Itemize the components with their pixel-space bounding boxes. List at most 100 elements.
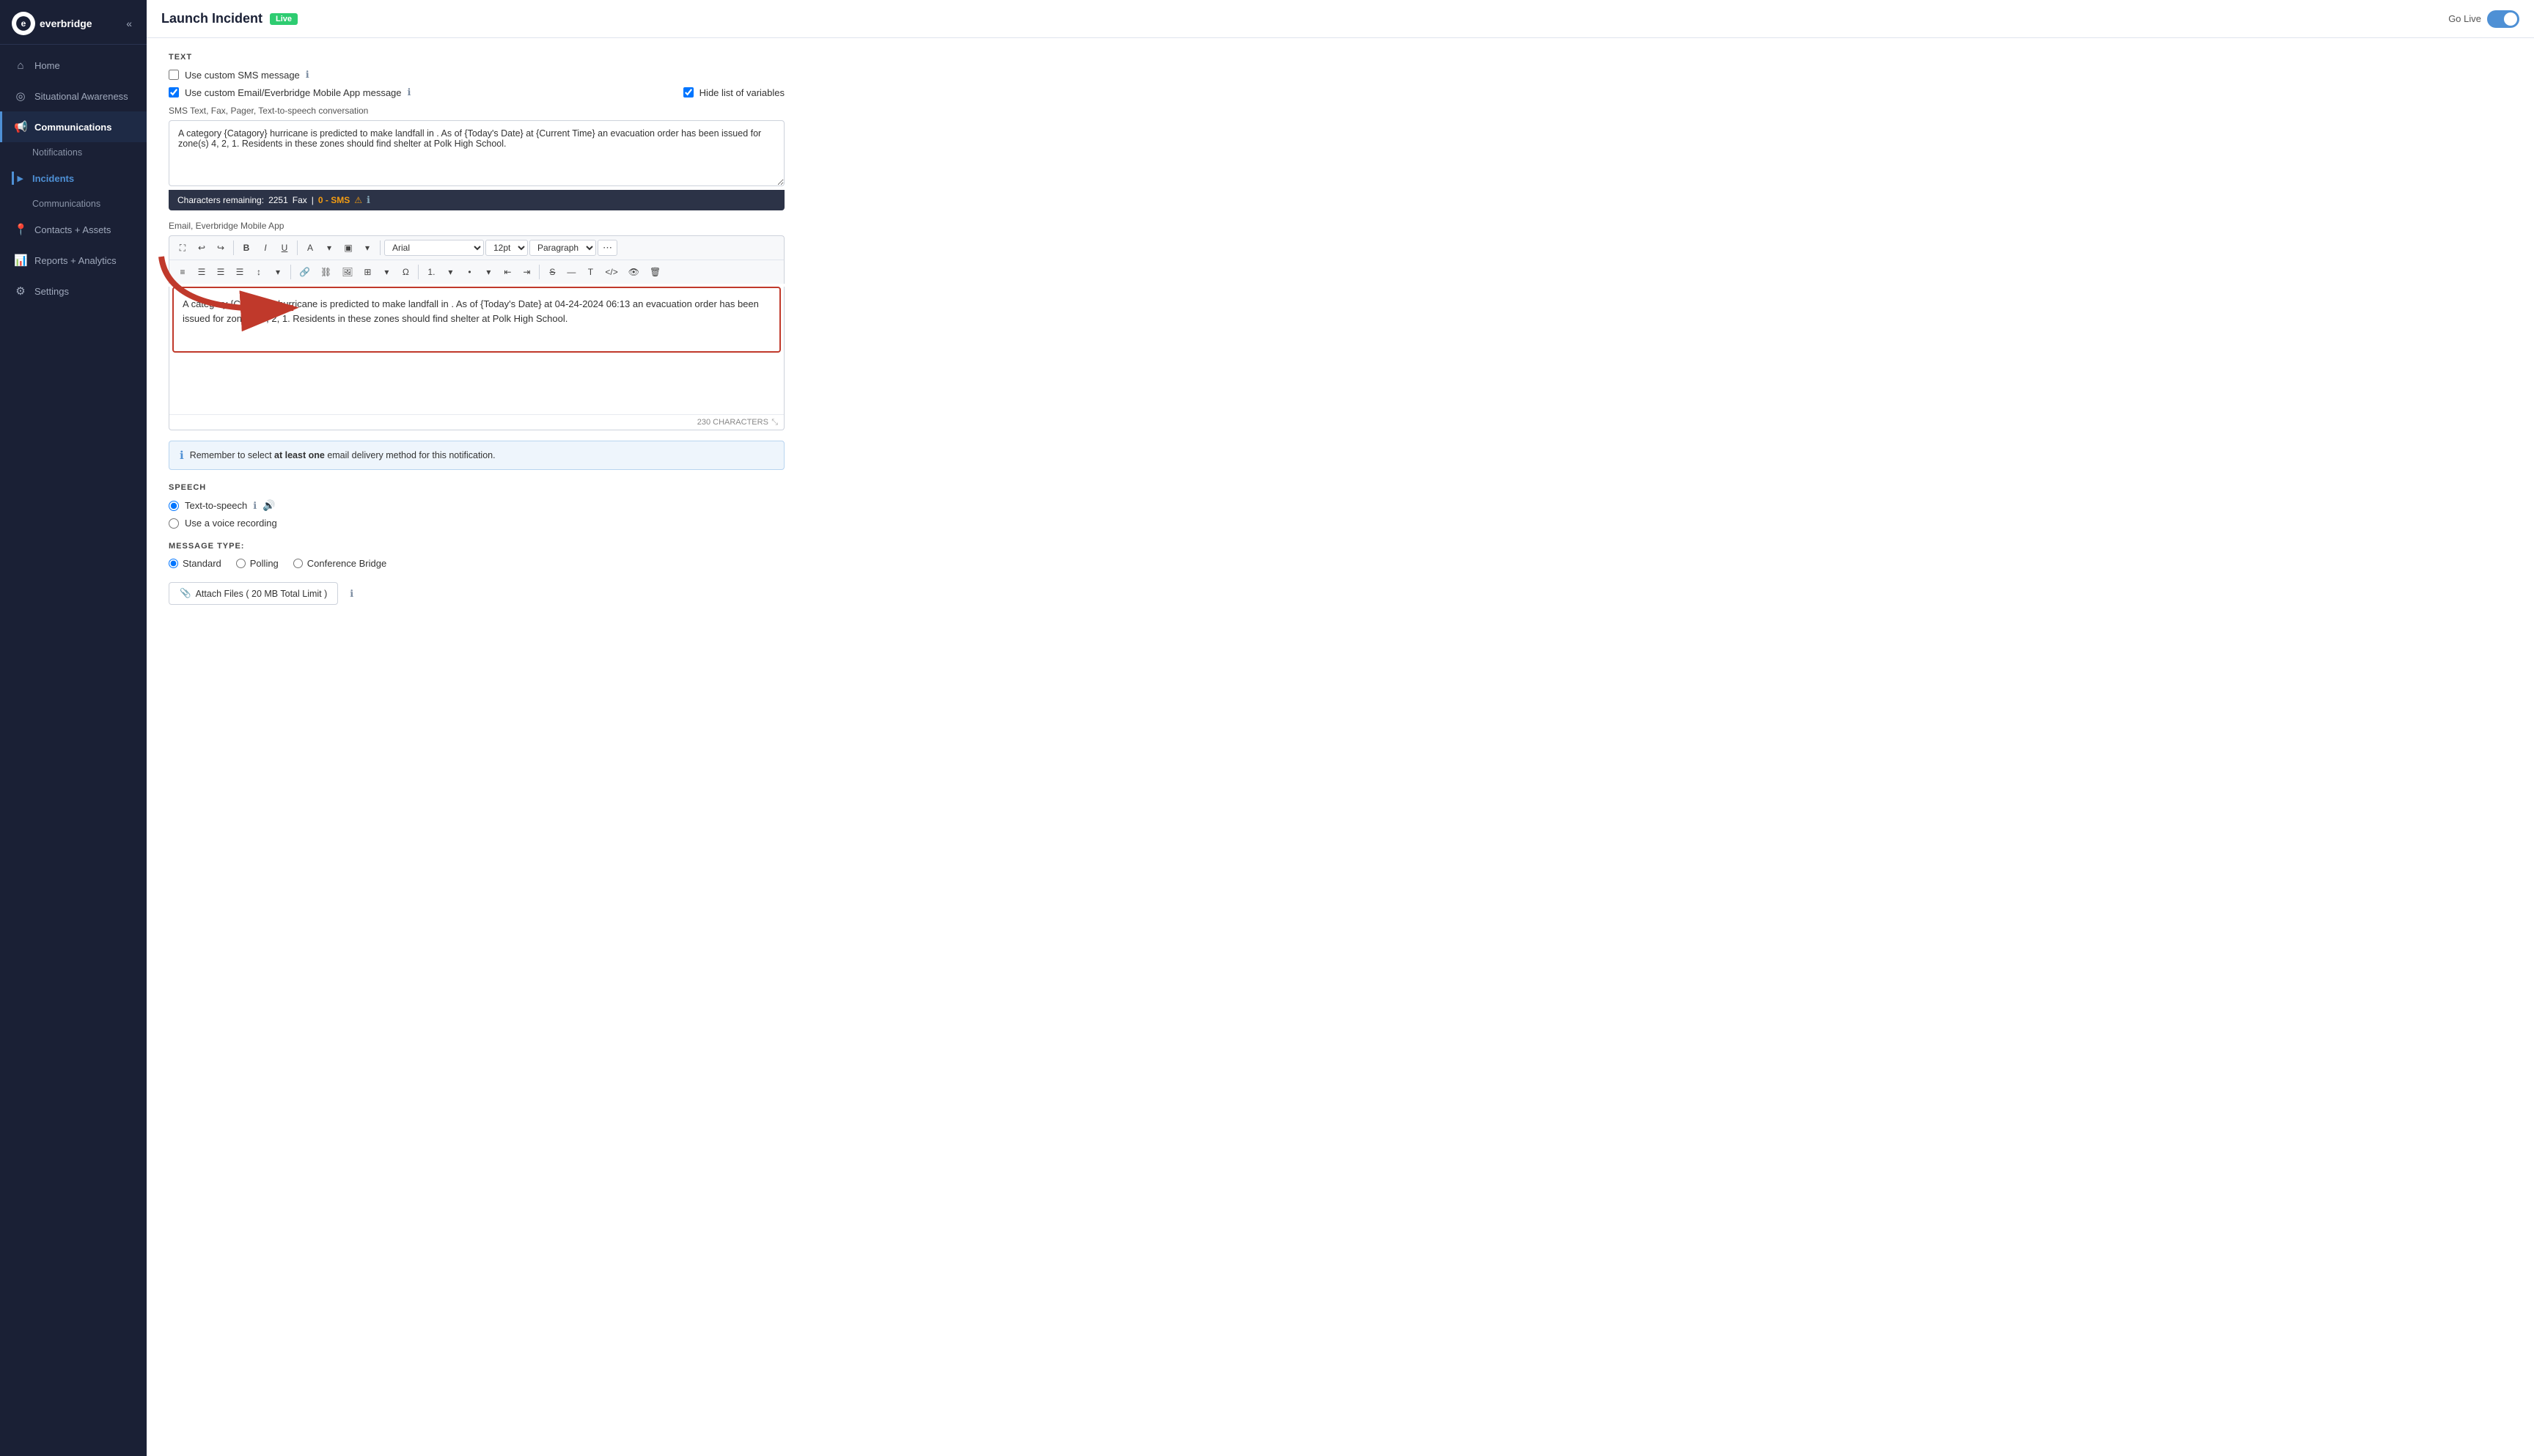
toolbar-image[interactable]: 🖼 — [337, 263, 357, 281]
rich-editor-highlighted-content[interactable]: A category {Catagory} hurricane is predi… — [172, 287, 781, 353]
checkbox-email-row: Use custom Email/Everbridge Mobile App m… — [169, 87, 785, 98]
toolbar-strikethrough[interactable]: S — [543, 263, 561, 281]
radio-voice-row: Use a voice recording — [169, 518, 785, 529]
logo: e everbridge — [12, 12, 92, 35]
toolbar-table-chevron[interactable]: ▾ — [378, 263, 395, 281]
radio-tts-label: Text-to-speech — [185, 500, 247, 511]
radio-standard-option: Standard — [169, 558, 221, 569]
toolbar-row-1: ⛶ ↩ ↪ B I U A ▾ ▣ ▾ Arial Times New Roma… — [169, 236, 784, 260]
rich-editor-extra-area[interactable] — [169, 356, 784, 414]
toolbar-fullscreen[interactable]: ⛶ — [174, 239, 191, 257]
toolbar-unordered-list[interactable]: • — [460, 263, 478, 281]
toolbar-bold[interactable]: B — [238, 239, 255, 257]
toolbar-italic[interactable]: I — [257, 239, 274, 257]
toolbar-highlight-chevron[interactable]: ▾ — [359, 239, 376, 257]
toolbar-link[interactable]: 🔗 — [295, 263, 315, 281]
toolbar-preview[interactable]: 👁 — [624, 263, 644, 281]
sidebar-item-contacts-assets-label: Contacts + Assets — [34, 224, 111, 235]
settings-icon: ⚙ — [14, 284, 27, 298]
radio-voice-label: Use a voice recording — [185, 518, 277, 529]
toolbar-horizontal-rule[interactable]: — — [562, 263, 580, 281]
radio-tts[interactable] — [169, 501, 179, 511]
info-icon-sms[interactable]: ℹ — [306, 69, 309, 81]
checkbox-email[interactable] — [169, 87, 179, 98]
attach-files-button[interactable]: 📎 Attach Files ( 20 MB Total Limit ) — [169, 582, 338, 605]
info-icon-attach[interactable]: ℹ — [350, 588, 353, 600]
toolbar-outdent[interactable]: ⇤ — [499, 263, 516, 281]
sidebar-item-reports-analytics[interactable]: 📊 Reports + Analytics — [0, 245, 147, 276]
toolbar-paragraph-style[interactable]: Paragraph Heading 1 Heading 2 — [529, 240, 596, 256]
sidebar-item-incidents-communications[interactable]: Communications — [0, 194, 147, 214]
toolbar-redo[interactable]: ↪ — [212, 239, 229, 257]
toolbar-ordered-list[interactable]: 1. — [422, 263, 440, 281]
info-box-text-main: Remember to select — [190, 450, 272, 460]
info-icon-sms-count[interactable]: ℹ — [367, 194, 370, 206]
speech-section-label: SPEECH — [169, 483, 785, 492]
toolbar-font-family[interactable]: Arial Times New Roman Courier New — [384, 240, 484, 256]
toolbar-more[interactable]: ⋯ — [598, 240, 617, 256]
checkbox-hide-vars[interactable] — [683, 87, 694, 98]
char-count-footer: 230 CHARACTERS ⤡ — [169, 414, 784, 430]
info-icon-tts[interactable]: ℹ — [253, 500, 257, 512]
go-live-toggle[interactable] — [2487, 10, 2519, 28]
sidebar-item-notifications[interactable]: Notifications — [0, 142, 147, 163]
sidebar-item-home-label: Home — [34, 60, 60, 71]
toolbar-superscript[interactable]: T — [581, 263, 599, 281]
radio-polling[interactable] — [236, 559, 246, 568]
main-content: Launch Incident Live Go Live TEXT Use cu… — [147, 0, 2534, 1456]
radio-standard[interactable] — [169, 559, 178, 568]
toolbar-align-left[interactable]: ≡ — [174, 263, 191, 281]
form-section: TEXT Use custom SMS message ℹ Use custom… — [147, 38, 807, 619]
toolbar-indent[interactable]: ⇥ — [518, 263, 535, 281]
toolbar-font-color[interactable]: A — [301, 239, 319, 257]
toolbar-unlink[interactable]: ⛓ — [316, 263, 336, 281]
info-box-text-bold: at least one — [274, 450, 325, 460]
home-icon: ⌂ — [14, 59, 27, 72]
warning-icon: ⚠ — [354, 195, 362, 205]
toolbar-font-size[interactable]: 12pt 10pt 14pt 18pt — [485, 240, 528, 256]
sms-textarea[interactable]: A category {Catagory} hurricane is predi… — [169, 120, 785, 186]
info-icon-email[interactable]: ℹ — [408, 87, 411, 98]
toolbar-code[interactable]: </> — [601, 263, 622, 281]
sms-section-label: SMS Text, Fax, Pager, Text-to-speech con… — [169, 106, 785, 116]
resize-handle[interactable]: ⤡ — [771, 418, 778, 425]
toolbar-align-justify[interactable]: ☰ — [231, 263, 249, 281]
sidebar-nav: ⌂ Home ◎ Situational Awareness 📢 Communi… — [0, 45, 147, 1456]
toolbar-delete[interactable]: 🗑 — [645, 263, 665, 281]
toolbar-highlight[interactable]: ▣ — [339, 239, 357, 257]
sidebar-item-situational-awareness[interactable]: ◎ Situational Awareness — [0, 81, 147, 111]
sidebar-collapse-button[interactable]: « — [123, 15, 135, 32]
toolbar-ordered-chevron[interactable]: ▾ — [441, 263, 459, 281]
radio-conference[interactable] — [293, 559, 303, 568]
sidebar-item-home[interactable]: ⌂ Home — [0, 51, 147, 81]
incidents-icon: ▸ — [12, 172, 25, 185]
toolbar-sep-1 — [233, 240, 234, 255]
info-box-text: Remember to select at least one email de… — [190, 450, 496, 460]
toolbar-table[interactable]: ⊞ — [359, 263, 376, 281]
speaker-icon: 🔊 — [262, 499, 275, 512]
toolbar-line-spacing[interactable]: ↕ — [250, 263, 268, 281]
toolbar-line-spacing-chevron[interactable]: ▾ — [269, 263, 287, 281]
char-count-value: 230 CHARACTERS — [697, 418, 768, 427]
sidebar-item-contacts-assets[interactable]: 📍 Contacts + Assets — [0, 214, 147, 245]
toolbar-special[interactable]: Ω — [397, 263, 414, 281]
sidebar-item-incidents[interactable]: ▸ Incidents — [0, 163, 147, 194]
info-box: ℹ Remember to select at least one email … — [169, 441, 785, 470]
topbar: Launch Incident Live Go Live — [147, 0, 2534, 38]
toolbar-unordered-chevron[interactable]: ▾ — [480, 263, 497, 281]
toolbar-underline[interactable]: U — [276, 239, 293, 257]
info-box-icon: ℹ — [180, 449, 184, 462]
page-title: Launch Incident — [161, 11, 262, 26]
toolbar-font-color-chevron[interactable]: ▾ — [320, 239, 338, 257]
checkbox-sms[interactable] — [169, 70, 179, 80]
fax-label: Fax — [293, 195, 307, 205]
editor-text: A category {Catagory} hurricane is predi… — [183, 298, 759, 324]
toolbar-align-center[interactable]: ☰ — [193, 263, 210, 281]
toolbar-sep-6 — [539, 265, 540, 279]
toolbar-sep-2 — [297, 240, 298, 255]
toolbar-undo[interactable]: ↩ — [193, 239, 210, 257]
sidebar-item-settings[interactable]: ⚙ Settings — [0, 276, 147, 306]
toolbar-align-right[interactable]: ☰ — [212, 263, 229, 281]
radio-voice[interactable] — [169, 518, 179, 529]
sidebar-item-communications[interactable]: 📢 Communications — [0, 111, 147, 142]
